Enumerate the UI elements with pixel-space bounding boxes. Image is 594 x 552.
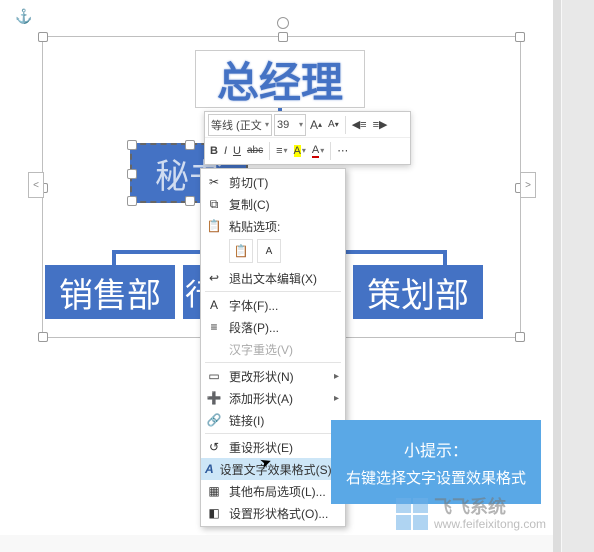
tip-box: 小提示： 右键选择文字设置效果格式	[331, 420, 541, 504]
layout-icon: ▦	[205, 484, 223, 498]
expand-right-tab[interactable]: >	[520, 172, 536, 198]
resize-handle[interactable]	[127, 140, 137, 150]
menu-paste-header: 📋粘贴选项:	[201, 215, 345, 237]
resize-handle[interactable]	[127, 196, 137, 206]
bold-button[interactable]: B	[208, 141, 220, 161]
link-icon: 🔗	[205, 413, 223, 427]
page-edge	[553, 0, 561, 552]
font-size-select[interactable]: 39▾	[274, 114, 306, 136]
italic-button[interactable]: I	[222, 141, 229, 161]
exit-icon: ↩	[205, 271, 223, 285]
node-ceo[interactable]: 总经理	[195, 50, 365, 108]
brand-url: www.feifeixitong.com	[434, 518, 546, 531]
node-sales[interactable]: 销售部	[45, 265, 175, 319]
tip-title: 小提示：	[404, 437, 468, 461]
rotate-handle[interactable]	[277, 17, 289, 29]
indent-left-button[interactable]: ◀≡	[350, 115, 369, 135]
reset-icon: ↺	[205, 440, 223, 454]
node-planning[interactable]: 策划部	[353, 265, 483, 319]
gutter	[562, 0, 594, 552]
anchor-icon: ⚓	[15, 8, 32, 25]
paste-option-1[interactable]: 📋	[229, 239, 253, 263]
copy-icon: ⧉	[205, 197, 223, 212]
menu-cut[interactable]: ✂剪切(T)	[201, 171, 345, 193]
add-shape-icon: ➕	[205, 391, 223, 405]
brand-logo-icon	[396, 498, 428, 530]
menu-copy[interactable]: ⧉复制(C)	[201, 193, 345, 215]
mini-toolbar: 等线 (正文▾ 39▾ A▴ A▾ ◀≡ ≡▶ B I U abc ≡▾ A▾ …	[204, 111, 411, 165]
font-family-select[interactable]: 等线 (正文▾	[208, 114, 272, 136]
menu-hanzi: 汉字重选(V)	[201, 338, 345, 360]
resize-handle[interactable]	[185, 140, 195, 150]
paste-option-2[interactable]: A	[257, 239, 281, 263]
align-button[interactable]: ≡▾	[274, 141, 289, 161]
menu-reset-shape[interactable]: ↺重设形状(E)	[201, 436, 345, 458]
menu-layout-options[interactable]: ▦其他布局选项(L)...	[201, 480, 345, 502]
font-icon: A	[205, 298, 223, 312]
highlight-button[interactable]: A▾	[292, 141, 308, 161]
brand-name: 飞飞系统	[434, 498, 546, 518]
format-icon: ◧	[205, 506, 223, 520]
menu-link[interactable]: 🔗链接(I)	[201, 409, 345, 431]
menu-text-effects[interactable]: A设置文字效果格式(S)...	[201, 458, 345, 480]
resize-handle[interactable]	[278, 32, 288, 42]
font-color-button[interactable]: A▾	[310, 141, 326, 161]
underline-button[interactable]: U	[231, 141, 243, 161]
watermark: 飞飞系统 www.feifeixitong.com	[396, 498, 546, 531]
resize-handle[interactable]	[185, 196, 195, 206]
context-menu: ✂剪切(T) ⧉复制(C) 📋粘贴选项: 📋 A ↩退出文本编辑(X) A字体(…	[200, 168, 346, 527]
cut-icon: ✂	[205, 175, 223, 189]
shrink-font-button[interactable]: A▾	[326, 115, 341, 135]
resize-handle[interactable]	[515, 332, 525, 342]
menu-change-shape[interactable]: ▭更改形状(N)▸	[201, 365, 345, 387]
shape-icon: ▭	[205, 369, 223, 383]
resize-handle[interactable]	[38, 332, 48, 342]
menu-paragraph[interactable]: ≡段落(P)...	[201, 316, 345, 338]
resize-handle[interactable]	[515, 32, 525, 42]
resize-handle[interactable]	[38, 32, 48, 42]
tip-body: 右键选择文字设置效果格式	[346, 467, 526, 488]
indent-right-button[interactable]: ≡▶	[371, 115, 390, 135]
strike-button[interactable]: abc	[245, 141, 265, 161]
grow-font-button[interactable]: A▴	[308, 115, 324, 135]
expand-left-tab[interactable]: <	[28, 172, 44, 198]
text-effect-icon: A	[205, 462, 214, 476]
paste-icon: 📋	[205, 219, 223, 233]
paragraph-icon: ≡	[205, 320, 223, 334]
menu-font[interactable]: A字体(F)...	[201, 294, 345, 316]
resize-handle[interactable]	[127, 169, 137, 179]
styles-button[interactable]: ⋯	[335, 141, 350, 161]
menu-exit-text[interactable]: ↩退出文本编辑(X)	[201, 267, 345, 289]
menu-add-shape[interactable]: ➕添加形状(A)▸	[201, 387, 345, 409]
menu-shape-format[interactable]: ◧设置形状格式(O)...	[201, 502, 345, 524]
